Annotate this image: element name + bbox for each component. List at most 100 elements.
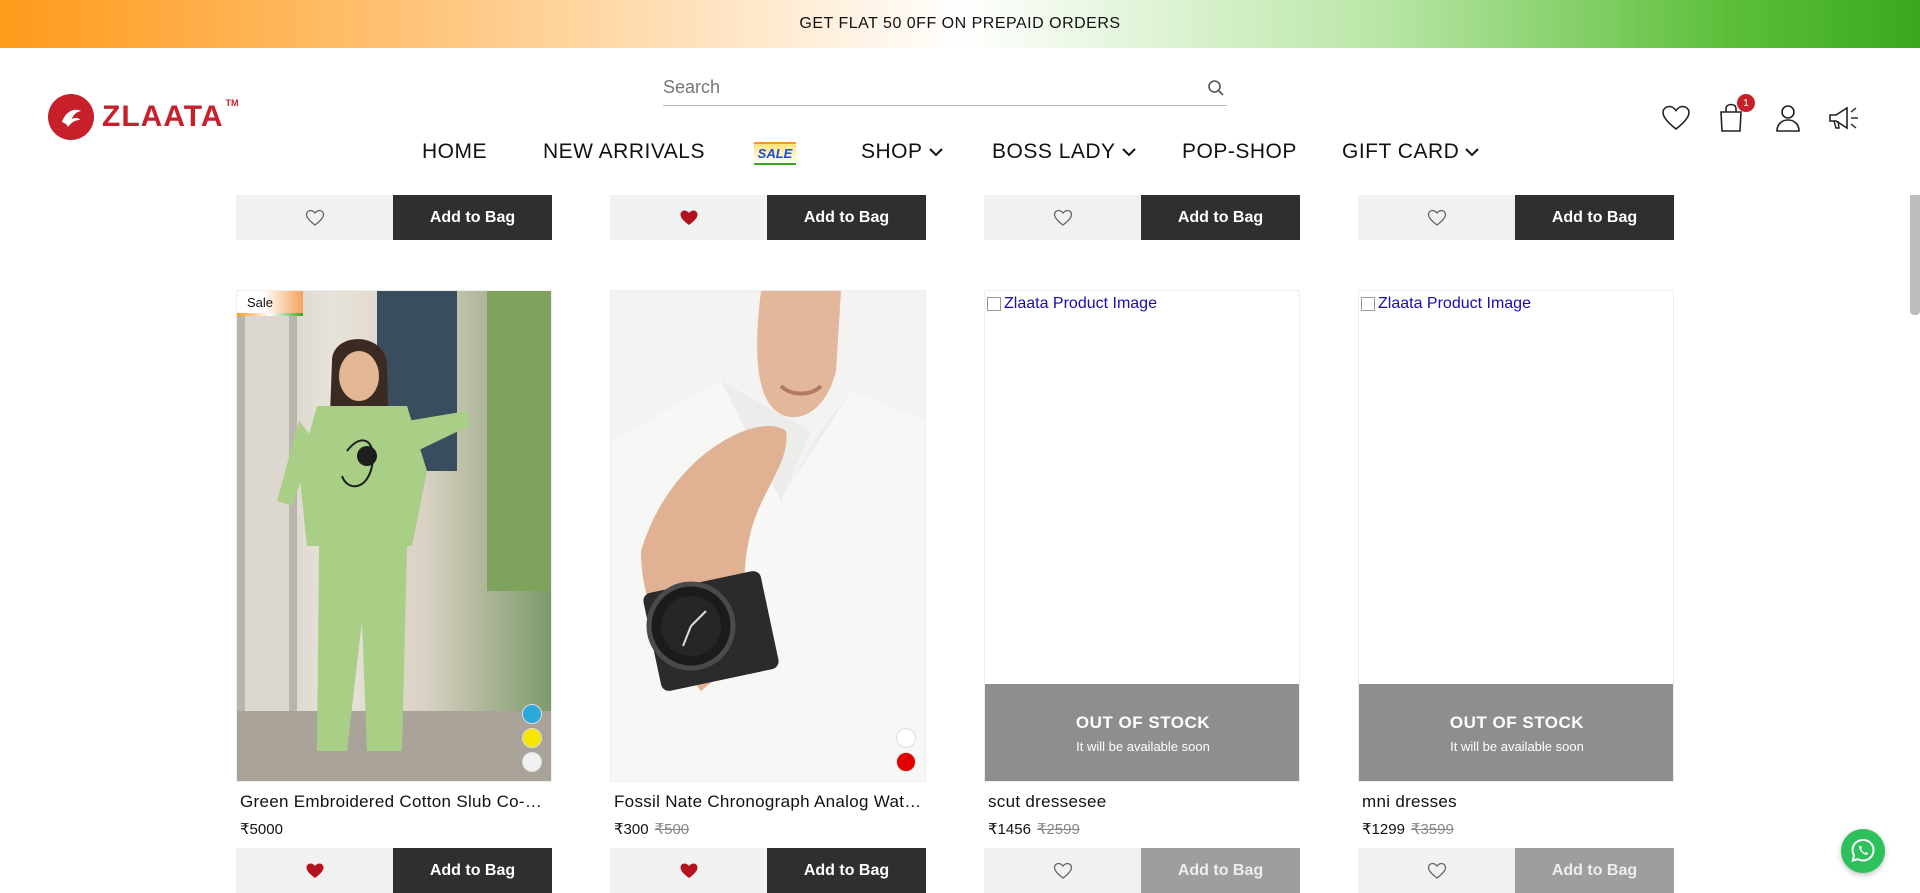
heart-filled-icon xyxy=(680,210,697,225)
product-price-block: ₹300 ₹500 xyxy=(614,820,689,838)
product-photo-illustration xyxy=(237,291,551,781)
nav-gift-card-label: GIFT CARD xyxy=(1342,140,1460,163)
chevron-down-icon xyxy=(1465,148,1480,157)
nav-boss-lady[interactable]: BOSS LADY xyxy=(992,132,1136,172)
color-swatch-red[interactable] xyxy=(896,752,916,772)
product-name[interactable]: Green Embroidered Cotton Slub Co-ord Set xyxy=(240,792,548,812)
promo-text: GET FLAT 50 0FF ON PREPAID ORDERS xyxy=(799,15,1121,32)
nav-gift-card[interactable]: GIFT CARD xyxy=(1342,132,1480,172)
user-account-icon[interactable] xyxy=(1770,100,1806,136)
nav-shop-label: SHOP xyxy=(861,140,923,163)
image-alt-text: Zlaata Product Image xyxy=(1378,295,1531,312)
wishlist-button[interactable] xyxy=(236,848,393,893)
card-actions: Add to Bag xyxy=(984,195,1300,240)
product-old-price: ₹500 xyxy=(654,821,690,838)
nav-new-arrivals-label: NEW ARRIVALS xyxy=(543,140,705,163)
product-card[interactable]: Sale Green Embroidered Cotton Slub Co-or… xyxy=(236,290,552,893)
megaphone-icon[interactable] xyxy=(1826,100,1862,136)
card-actions: Add to Bag xyxy=(236,848,552,893)
wishlist-button[interactable] xyxy=(984,195,1141,240)
product-price-block: ₹1456 ₹2599 xyxy=(988,820,1080,838)
nav-sale-label: SALE xyxy=(753,141,797,165)
color-swatch-white[interactable] xyxy=(896,728,916,748)
nav-pop-shop-label: POP-SHOP xyxy=(1182,140,1297,163)
broken-image-link[interactable]: Zlaata Product Image xyxy=(985,291,1299,317)
color-swatch-blue[interactable] xyxy=(522,704,542,724)
card-actions: Add to Bag xyxy=(984,848,1300,893)
product-photo-illustration xyxy=(611,291,925,781)
product-price-block: ₹5000 xyxy=(240,820,283,838)
nav-home[interactable]: HOME xyxy=(422,132,487,172)
product-price: ₹300 xyxy=(614,821,649,838)
wishlist-button[interactable] xyxy=(610,195,767,240)
out-of-stock-subtitle: It will be available soon xyxy=(1450,739,1584,754)
heart-outline-icon xyxy=(1053,862,1072,879)
heart-outline-icon xyxy=(305,209,324,226)
card-actions: Add to Bag xyxy=(236,195,552,240)
out-of-stock-overlay: OUT OF STOCK It will be available soon xyxy=(985,684,1299,781)
wishlist-button[interactable] xyxy=(1358,848,1515,893)
add-to-bag-button[interactable]: Add to Bag xyxy=(1515,848,1674,893)
out-of-stock-overlay: OUT OF STOCK It will be available soon xyxy=(1359,684,1673,781)
product-image[interactable]: Zlaata Product Image OUT OF STOCK It wil… xyxy=(1358,290,1674,782)
wishlist-button[interactable] xyxy=(236,195,393,240)
add-to-bag-button[interactable]: Add to Bag xyxy=(393,848,552,893)
broken-image-icon xyxy=(987,297,1001,311)
wishlist-button[interactable] xyxy=(610,848,767,893)
whatsapp-icon xyxy=(1851,838,1875,862)
image-alt-text: Zlaata Product Image xyxy=(1004,295,1157,312)
chevron-down-icon xyxy=(928,148,943,157)
search-input[interactable] xyxy=(663,77,1205,98)
product-price: ₹1299 xyxy=(1362,821,1405,838)
wishlist-button[interactable] xyxy=(984,848,1141,893)
site-header: ZLAATA TM HOME NEW ARRIVALS SHOP BOSS LA… xyxy=(0,48,1920,195)
nav-new-arrivals[interactable]: NEW ARRIVALS xyxy=(543,132,705,172)
color-swatch-white[interactable] xyxy=(522,752,542,772)
add-to-bag-button[interactable]: Add to Bag xyxy=(1141,848,1300,893)
product-image[interactable]: Sale xyxy=(236,290,552,782)
nav-sale-badge[interactable]: SALE xyxy=(744,138,806,168)
heart-filled-icon xyxy=(680,863,697,878)
shopping-bag-icon[interactable]: 1 xyxy=(1713,94,1755,136)
wishlist-heart-icon[interactable] xyxy=(1658,100,1694,136)
heart-outline-icon xyxy=(1427,862,1446,879)
sale-tag: Sale xyxy=(237,291,303,316)
product-price-block: ₹1299 ₹3599 xyxy=(1362,820,1454,838)
brand-tm: TM xyxy=(225,98,239,108)
add-to-bag-button[interactable]: Add to Bag xyxy=(1515,195,1674,240)
add-to-bag-button[interactable]: Add to Bag xyxy=(767,195,926,240)
heart-filled-icon xyxy=(306,863,323,878)
main-nav: HOME NEW ARRIVALS SHOP BOSS LADY POP-SHO… xyxy=(0,132,1920,172)
nav-home-label: HOME xyxy=(422,140,487,163)
add-to-bag-button[interactable]: Add to Bag xyxy=(393,195,552,240)
wishlist-button[interactable] xyxy=(1358,195,1515,240)
product-old-price: ₹3599 xyxy=(1410,821,1454,838)
nav-pop-shop[interactable]: POP-SHOP xyxy=(1182,132,1297,172)
product-name[interactable]: Fossil Nate Chronograph Analog Watch xyxy=(614,792,922,812)
product-card[interactable]: Zlaata Product Image OUT OF STOCK It wil… xyxy=(1358,290,1674,893)
product-card[interactable]: Zlaata Product Image OUT OF STOCK It wil… xyxy=(984,290,1300,893)
add-to-bag-button[interactable]: Add to Bag xyxy=(767,848,926,893)
chevron-down-icon xyxy=(1121,148,1136,157)
product-image[interactable] xyxy=(610,290,926,782)
product-old-price: ₹2599 xyxy=(1036,821,1080,838)
product-name[interactable]: mni dresses xyxy=(1362,792,1670,812)
product-price: ₹5000 xyxy=(240,821,283,838)
product-image[interactable]: Zlaata Product Image OUT OF STOCK It wil… xyxy=(984,290,1300,782)
product-card[interactable]: Fossil Nate Chronograph Analog Watch ₹30… xyxy=(610,290,926,893)
out-of-stock-title: OUT OF STOCK xyxy=(1449,713,1585,732)
color-swatch-yellow[interactable] xyxy=(522,728,542,748)
search-bar xyxy=(663,70,1227,106)
previous-row-actions: Add to Bag Add to Bag Add to Bag Add to … xyxy=(0,195,1920,240)
add-to-bag-button[interactable]: Add to Bag xyxy=(1141,195,1300,240)
card-actions: Add to Bag xyxy=(610,848,926,893)
whatsapp-chat-button[interactable] xyxy=(1841,829,1885,873)
nav-shop[interactable]: SHOP xyxy=(861,132,943,172)
heart-outline-icon xyxy=(1053,209,1072,226)
search-icon[interactable] xyxy=(1205,77,1227,99)
card-actions: Add to Bag xyxy=(610,195,926,240)
broken-image-icon xyxy=(1361,297,1375,311)
out-of-stock-title: OUT OF STOCK xyxy=(1075,713,1211,732)
broken-image-link[interactable]: Zlaata Product Image xyxy=(1359,291,1673,317)
product-name[interactable]: scut dressesee xyxy=(988,792,1296,812)
